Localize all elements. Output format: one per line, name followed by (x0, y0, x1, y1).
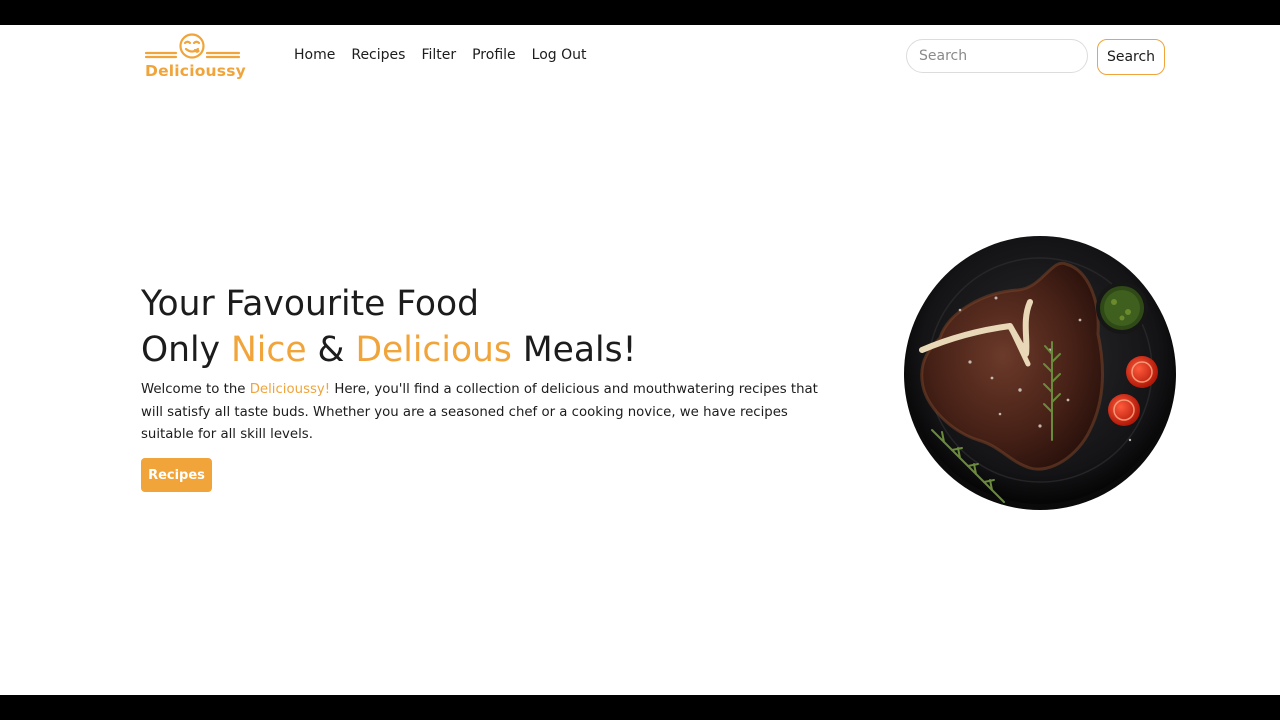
nav-link-filter[interactable]: Filter (421, 45, 456, 65)
nav-links: Home Recipes Filter Profile Log Out (294, 45, 602, 65)
steak-plate-image (904, 236, 1176, 510)
brand-name: Delicioussy (145, 62, 246, 80)
hero-title: Your Favourite Food Only Nice & Deliciou… (141, 281, 636, 373)
letterbox-bottom (0, 695, 1280, 720)
hero-title-accent-nice: Nice (231, 330, 307, 370)
nav-link-recipes[interactable]: Recipes (351, 45, 405, 65)
brand-logo[interactable]: Delicioussy (143, 32, 246, 84)
smiling-chef-face-icon (144, 33, 241, 59)
search-button[interactable]: Search (1097, 39, 1165, 75)
search-input[interactable] (906, 39, 1088, 73)
hero-title-suffix: Meals! (511, 330, 637, 370)
hero-title-line1: Your Favourite Food (141, 284, 480, 324)
hero-title-prefix: Only (141, 330, 231, 370)
hero-title-ampersand: & (306, 330, 356, 370)
page: Delicioussy Home Recipes Filter Profile … (0, 25, 1280, 695)
nav-link-profile[interactable]: Profile (472, 45, 516, 65)
hero-desc-brand: Delicioussy! (249, 382, 331, 397)
hero-title-accent-delicious: Delicious (355, 330, 512, 370)
nav-link-home[interactable]: Home (294, 45, 335, 65)
letterbox-top (0, 0, 1280, 25)
navbar: Delicioussy Home Recipes Filter Profile … (0, 25, 1280, 87)
hero-description: Welcome to the Delicioussy! Here, you'll… (141, 379, 821, 447)
hero-desc-prefix: Welcome to the (141, 382, 250, 397)
nav-link-logout[interactable]: Log Out (532, 45, 587, 65)
recipes-cta-button[interactable]: Recipes (141, 458, 212, 492)
